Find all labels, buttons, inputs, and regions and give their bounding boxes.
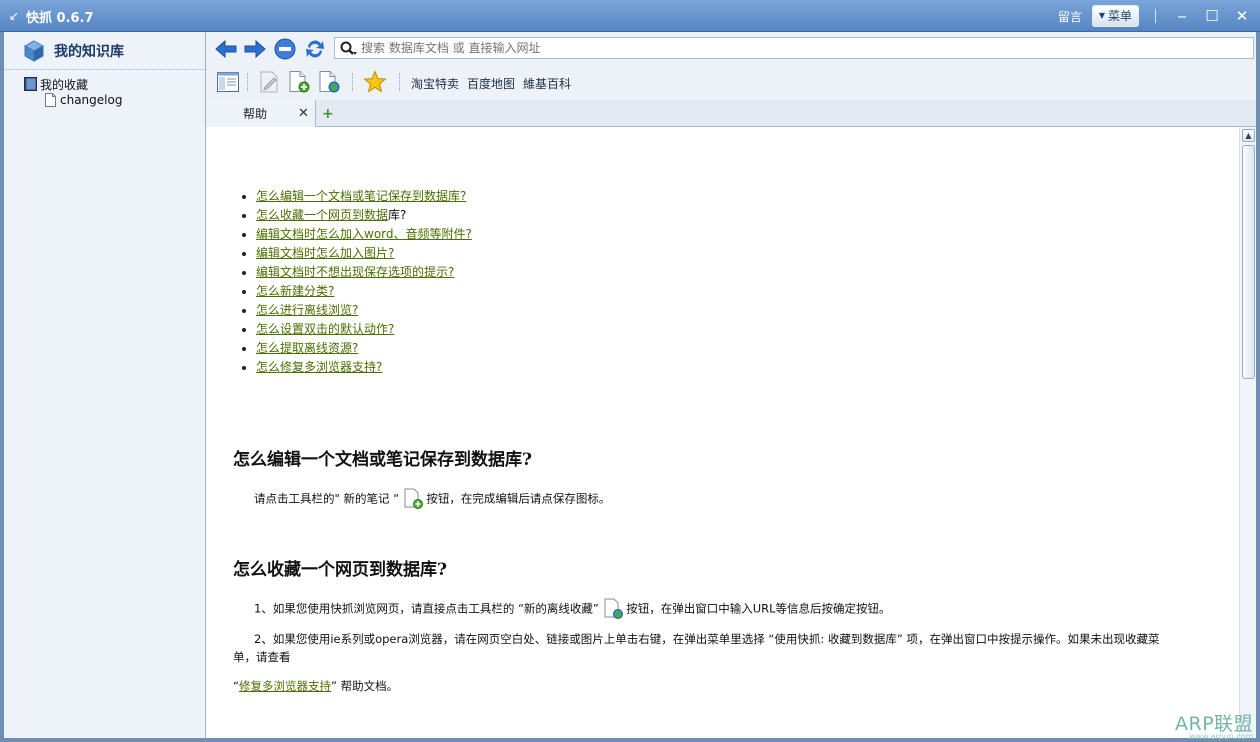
- caret-down-icon: ▼: [1098, 11, 1105, 20]
- menu-button[interactable]: ▼ 菜单: [1091, 5, 1139, 27]
- bookmark-link[interactable]: 百度地图: [467, 75, 515, 92]
- minimize-icon[interactable]: ‒: [1172, 6, 1192, 26]
- toc-link[interactable]: 编辑文档时怎么加入图片?: [256, 246, 394, 260]
- step1-text-before: 1、如果您使用快抓浏览网页，请直接点击工具栏的 “新的离线收藏”: [254, 601, 599, 616]
- tree-view: 我的收藏 changelog: [4, 70, 205, 108]
- help-content: 怎么编辑一个文档或笔记保存到数据库? 怎么收藏一个网页到数据库? 编辑文档时怎么…: [206, 127, 1239, 738]
- tab-bar: 帮助 ✕ +: [206, 100, 1256, 127]
- close-icon[interactable]: ✕: [1232, 6, 1252, 26]
- search-icon[interactable]: [339, 40, 357, 56]
- toolbar-separator: [247, 73, 249, 91]
- close-tab-icon[interactable]: ✕: [298, 106, 309, 121]
- scroll-thumb[interactable]: [1242, 145, 1255, 379]
- section1-text-after: 按钮，在完成编辑后请点保存图标。: [426, 491, 611, 506]
- stop-icon[interactable]: [273, 37, 297, 61]
- section1-text-before: 请点击工具栏的" 新的笔记 “: [254, 491, 400, 506]
- toc-link[interactable]: 怎么收藏一个网页到数据: [256, 208, 388, 222]
- toc-item-suffix: 库?: [388, 208, 407, 222]
- app-icon: ↙: [8, 9, 20, 23]
- new-note-icon[interactable]: [287, 70, 311, 94]
- book-icon: [24, 77, 37, 91]
- toc-item: 怎么编辑一个文档或笔记保存到数据库?: [256, 187, 472, 206]
- toc-item: 怎么修复多浏览器支持?: [256, 358, 472, 377]
- fix-multi-browser-link[interactable]: 修复多浏览器支持: [239, 679, 331, 693]
- tree-item-label: changelog: [60, 93, 123, 107]
- toc-item: 编辑文档时不想出现保存选项的提示?: [256, 263, 472, 282]
- back-arrow-icon[interactable]: [214, 37, 238, 61]
- tab-help[interactable]: 帮助 ✕: [206, 100, 316, 127]
- toc-link[interactable]: 怎么设置双击的默认动作?: [256, 322, 394, 336]
- comment-link[interactable]: 留言: [1058, 8, 1082, 25]
- watermark-url: www.arpun.com: [1189, 732, 1254, 741]
- step1-text-after: 按钮，在弹出窗口中输入URL等信息后按确定按钮。: [626, 601, 891, 616]
- section-heading: 怎么收藏一个网页到数据库?: [233, 560, 447, 580]
- toc-item: 怎么提取离线资源?: [256, 339, 472, 358]
- tool-bar: 淘宝特卖 百度地图 維基百科: [206, 64, 1256, 100]
- bookmark-link[interactable]: 維基百科: [523, 75, 571, 92]
- help-toc: 怎么编辑一个文档或笔记保存到数据库? 怎么收藏一个网页到数据库? 编辑文档时怎么…: [236, 187, 472, 377]
- refresh-icon[interactable]: [303, 37, 327, 61]
- tree-item-label: 我的收藏: [40, 77, 89, 92]
- title-separator: [1155, 9, 1156, 23]
- sidebar-title: 我的知识库: [54, 43, 124, 60]
- add-tab-icon[interactable]: +: [322, 107, 334, 121]
- toc-item: 怎么进行离线浏览?: [256, 301, 472, 320]
- section-heading: 怎么编辑一个文档或笔记保存到数据库?: [233, 450, 532, 470]
- vertical-scrollbar[interactable]: ▲: [1239, 127, 1256, 738]
- tree-item-favorites[interactable]: 我的收藏: [24, 76, 205, 92]
- edit-document-icon[interactable]: [257, 70, 281, 94]
- menu-button-label: 菜单: [1107, 9, 1132, 23]
- maximize-icon[interactable]: ☐: [1202, 6, 1222, 26]
- step2-line1: 2、如果您使用ie系列或opera浏览器，请在网页空白处、链接或图片上单击右键，…: [254, 632, 1160, 646]
- toc-link[interactable]: 怎么新建分类?: [256, 284, 334, 298]
- new-note-icon: [404, 488, 423, 509]
- toc-item: 怎么收藏一个网页到数据库?: [256, 206, 472, 225]
- toc-item: 怎么新建分类?: [256, 282, 472, 301]
- scroll-up-icon[interactable]: ▲: [1242, 129, 1255, 142]
- step2-line2: 单，请查看: [233, 650, 291, 664]
- tree-item-changelog[interactable]: changelog: [24, 92, 205, 108]
- knowledge-base-icon: [23, 39, 45, 62]
- toolbar-separator: [352, 73, 354, 91]
- new-offline-bookmark-icon: [604, 598, 623, 619]
- toolbar-separator: [399, 73, 401, 91]
- toc-link[interactable]: 怎么提取离线资源?: [256, 341, 358, 355]
- toc-item: 怎么设置双击的默认动作?: [256, 320, 472, 339]
- window-title: 快抓 0.6.7: [26, 11, 94, 26]
- star-favorites-icon[interactable]: [363, 70, 387, 94]
- section2-step1: 1、如果您使用快抓浏览网页，请直接点击工具栏的 “新的离线收藏” 按钮，在弹出窗…: [254, 598, 891, 620]
- section2-step2: 2、如果您使用ie系列或opera浏览器，请在网页空白处、链接或图片上单击右键，…: [233, 630, 1208, 666]
- toc-link[interactable]: 编辑文档时不想出现保存选项的提示?: [256, 265, 454, 279]
- new-offline-bookmark-icon[interactable]: [317, 70, 341, 94]
- sidebar: 我的知识库 我的收藏 changelog: [4, 32, 206, 738]
- toggle-sidebar-icon[interactable]: [216, 70, 240, 94]
- toc-link[interactable]: 编辑文档时怎么加入word、音频等附件?: [256, 227, 472, 241]
- toc-link[interactable]: 怎么编辑一个文档或笔记保存到数据库?: [256, 189, 466, 203]
- sidebar-header[interactable]: 我的知识库: [4, 32, 205, 70]
- title-bar: ↙ 快抓 0.6.7 留言 ▼ 菜单 ‒ ☐ ✕: [0, 0, 1260, 32]
- main-area: 淘宝特卖 百度地图 維基百科 帮助 ✕ + 怎么编辑一个文档或笔记保存到数据库?…: [206, 32, 1256, 738]
- section2-step3: “修复多浏览器支持” 帮助文档。: [233, 677, 398, 695]
- step3-after: ” 帮助文档。: [330, 679, 399, 693]
- toc-link[interactable]: 怎么修复多浏览器支持?: [256, 360, 382, 374]
- tab-label: 帮助: [243, 107, 268, 121]
- toc-item: 编辑文档时怎么加入图片?: [256, 244, 472, 263]
- forward-arrow-icon[interactable]: [243, 37, 267, 61]
- section1-text: 请点击工具栏的" 新的笔记 “ 按钮，在完成编辑后请点保存图标。: [254, 488, 610, 510]
- bookmark-link[interactable]: 淘宝特卖: [411, 75, 459, 92]
- document-icon: [45, 93, 56, 107]
- watermark: ARP联盟 www.arpun.com: [1175, 709, 1253, 741]
- search-input[interactable]: [361, 38, 1241, 58]
- toc-item: 编辑文档时怎么加入word、音频等附件?: [256, 225, 472, 244]
- address-search-box[interactable]: [334, 37, 1254, 59]
- navigation-bar: [206, 32, 1256, 64]
- toc-link[interactable]: 怎么进行离线浏览?: [256, 303, 358, 317]
